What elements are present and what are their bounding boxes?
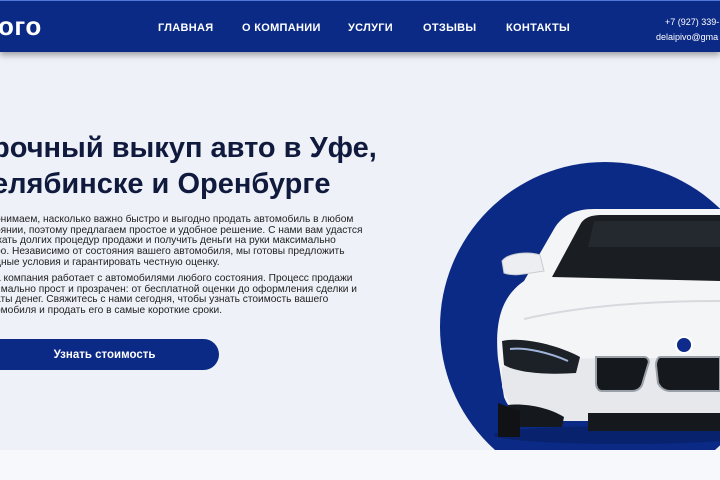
nav-link-contacts[interactable]: КОНТАКТЫ bbox=[506, 22, 570, 34]
hero-section: рочный выкуп авто в Уфе, елябинске и Оре… bbox=[0, 52, 720, 450]
car-image bbox=[494, 209, 720, 444]
hero-paragraph-1: онимаем, насколько важно быстро и выгодн… bbox=[0, 214, 363, 269]
email-link[interactable]: delaipivo@gma bbox=[656, 30, 719, 45]
main-nav: ГЛАВНАЯ О КОМПАНИИ УСЛУГИ ОТЗЫВЫ КОНТАКТ… bbox=[158, 22, 570, 34]
get-price-button[interactable]: Узнать стоимость bbox=[0, 339, 219, 370]
nav-link-reviews[interactable]: ОТЗЫВЫ bbox=[423, 22, 506, 34]
car-grille-left bbox=[595, 356, 650, 392]
nav-link-home[interactable]: ГЛАВНАЯ bbox=[158, 22, 242, 34]
car-windshield-reflection bbox=[588, 221, 720, 247]
nav-link-services[interactable]: УСЛУГИ bbox=[348, 22, 423, 34]
hero-title: рочный выкуп авто в Уфе, елябинске и Оре… bbox=[0, 130, 377, 202]
phone-link[interactable]: +7 (927) 339- bbox=[656, 15, 719, 30]
page-bottom-strip bbox=[0, 450, 720, 480]
car-badge-icon bbox=[675, 336, 693, 354]
paragraph-line: омобиля и продать его в самые короткие с… bbox=[0, 305, 223, 317]
hero-title-line: елябинске и Оренбурге bbox=[0, 168, 331, 200]
nav-link-about[interactable]: О КОМПАНИИ bbox=[242, 22, 348, 34]
paragraph-line: дные условия и гарантировать честную оце… bbox=[0, 256, 220, 268]
car-grille-right bbox=[654, 356, 720, 392]
logo[interactable]: ого bbox=[0, 11, 42, 42]
site-header: ого ГЛАВНАЯ О КОМПАНИИ УСЛУГИ ОТЗЫВЫ КОН… bbox=[0, 0, 720, 52]
car-intake-center bbox=[588, 413, 720, 431]
hero-title-line: рочный выкуп авто в Уфе, bbox=[0, 132, 377, 164]
header-contacts: +7 (927) 339- delaipivo@gma bbox=[656, 15, 719, 45]
hero-paragraph-2: а компания работает с автомобилями любог… bbox=[0, 273, 357, 317]
car-mirror bbox=[501, 252, 545, 276]
